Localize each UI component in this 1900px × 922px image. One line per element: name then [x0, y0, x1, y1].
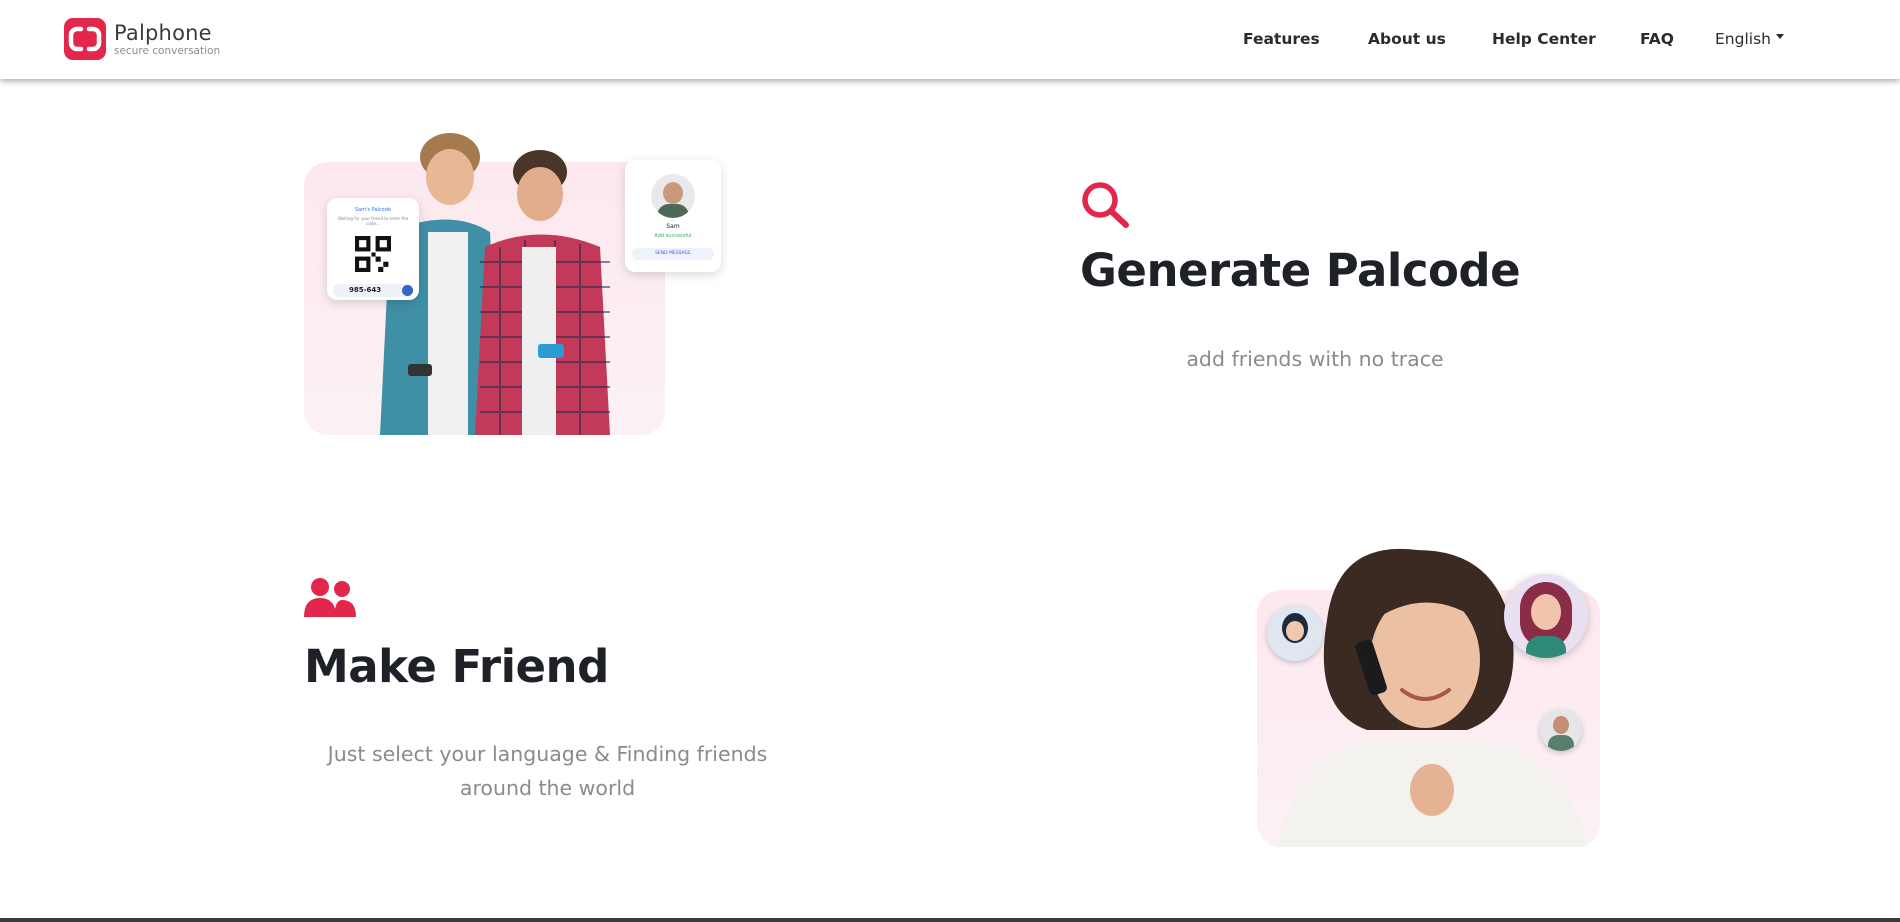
qr-card-title: Sam's Palcode	[355, 207, 391, 213]
qr-code-icon	[355, 236, 391, 272]
make-friend-title: Make Friend	[304, 640, 609, 693]
language-label: English	[1715, 30, 1771, 48]
contact-added-card: Sam Add successful SEND MESSAGE	[625, 160, 721, 272]
footer-edge	[0, 918, 1900, 922]
make-friend-subtitle: Just select your language & Finding frie…	[300, 737, 795, 805]
make-friend-subtitle-line1: Just select your language & Finding frie…	[327, 742, 768, 766]
brand-tagline: secure conversation	[114, 44, 221, 57]
top-navbar: Palphone secure conversation Features Ab…	[0, 0, 1900, 79]
make-friend-illustration	[1257, 548, 1600, 847]
nav-features[interactable]: Features	[1243, 30, 1320, 48]
contact-name: Sam	[666, 223, 680, 230]
friend-avatar-3	[1540, 709, 1582, 751]
palcode-title: Generate Palcode	[1080, 244, 1521, 297]
contact-status: Add successful	[654, 233, 692, 239]
nav-help-center[interactable]: Help Center	[1492, 30, 1596, 48]
palphone-logo-icon	[64, 18, 106, 60]
brand-logo-link[interactable]: Palphone secure conversation	[64, 18, 220, 60]
share-icon	[402, 285, 413, 296]
avatar	[651, 174, 695, 218]
search-icon	[1082, 182, 1129, 228]
friend-avatar-1	[1267, 605, 1323, 661]
friend-avatar-2	[1504, 574, 1588, 658]
send-message-button: SEND MESSAGE	[632, 248, 714, 260]
palcode-qr-card: Sam's Palcode Waiting for your friend to…	[327, 198, 419, 300]
qr-card-caption: Waiting for your friend to enter the cod…	[337, 216, 409, 226]
qr-code-digits: 985-643	[333, 284, 413, 297]
brand-name: Palphone	[114, 20, 212, 45]
palcode-illustration: Sam's Palcode Waiting for your friend to…	[304, 133, 721, 435]
people-icon	[304, 578, 356, 617]
palcode-subtitle: add friends with no trace	[1186, 347, 1444, 371]
chevron-down-icon	[1775, 34, 1784, 39]
language-dropdown[interactable]: English	[1715, 30, 1784, 48]
nav-about-us[interactable]: About us	[1368, 30, 1446, 48]
make-friend-subtitle-line2: around the world	[459, 776, 636, 800]
nav-faq[interactable]: FAQ	[1640, 30, 1674, 48]
